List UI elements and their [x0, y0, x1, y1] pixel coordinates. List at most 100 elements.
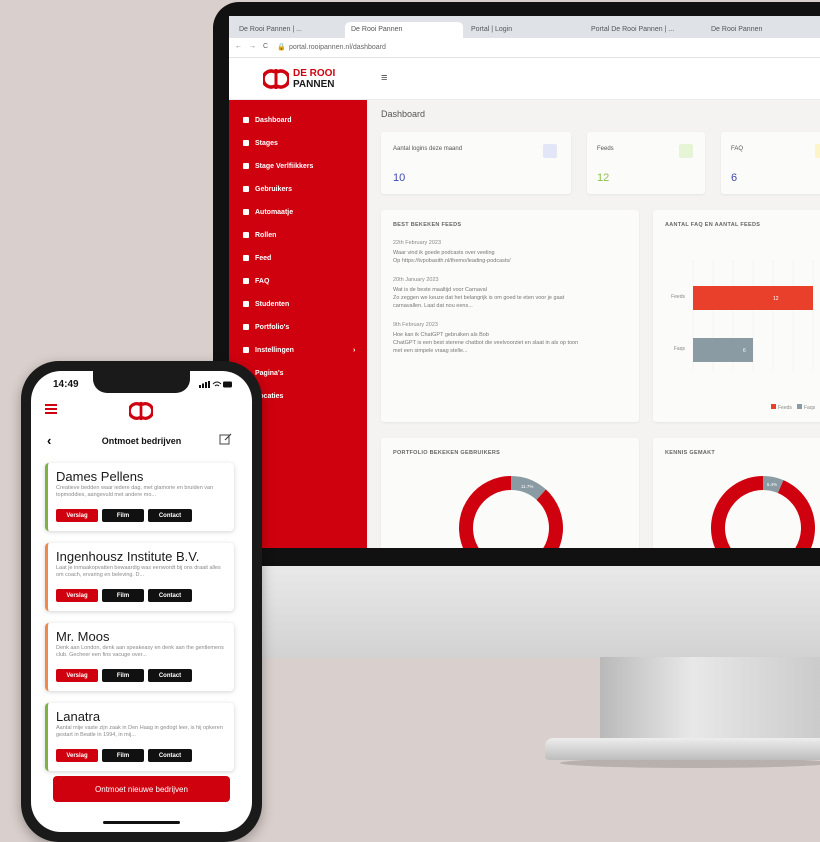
status-time: 14:49: [53, 379, 79, 390]
stat-label: Feeds: [597, 146, 614, 152]
report-button[interactable]: Verslag: [56, 589, 98, 602]
sidebar-item-label: Gebruikers: [255, 185, 292, 193]
legend-label: Feeds: [778, 405, 792, 411]
film-button[interactable]: Film: [102, 669, 144, 682]
bar-category-label: Faqs: [674, 346, 686, 352]
report-button[interactable]: Verslag: [56, 669, 98, 682]
company-card[interactable]: Lanatra Aantal mije vaste zijn zaak in De…: [45, 703, 234, 771]
company-description: Denk aan London, denk aan speakeasy en d…: [56, 645, 224, 658]
logo-icon: [129, 401, 153, 421]
stat-label: FAQ: [731, 146, 744, 152]
company-name: Lanatra: [56, 709, 101, 724]
chevron-right-icon: ›: [353, 346, 356, 354]
bar-category-label: Feeds: [671, 294, 685, 300]
url-text[interactable]: portal.rooipannen.nl/dashboard: [289, 44, 386, 51]
sidebar-item-label: Pagina's: [255, 369, 284, 377]
company-name: Mr. Moos: [56, 629, 110, 644]
sidebar-item-label: Feed: [255, 254, 272, 262]
sidebar-item[interactable]: Rollen: [243, 229, 276, 241]
back-icon[interactable]: ←: [235, 43, 242, 50]
company-card[interactable]: Ingenhousz Institute B.V. Laat je inmaako…: [45, 543, 234, 611]
meet-new-companies-button[interactable]: Ontmoet nieuwe bedrijven: [53, 776, 230, 802]
page-title: Dashboard: [381, 109, 426, 119]
phone-screen: 14:49 ‹ Ontmoet bedrijven Dames Pellens C…: [31, 371, 252, 832]
reload-icon[interactable]: C: [263, 43, 268, 50]
sidebar-item[interactable]: Gebruikers: [243, 183, 292, 195]
feed-item[interactable]: 22th February 2023 Waar vind ik goede pod…: [393, 240, 633, 265]
logo-icon: [263, 69, 289, 89]
panel-title: PORTFOLIO BEKEKEN GEBRUIKERS: [393, 450, 501, 456]
feed-date: 22th February 2023: [393, 240, 442, 246]
contact-button[interactable]: Contact: [148, 509, 192, 522]
contact-button[interactable]: Contact: [148, 669, 192, 682]
browser-tab[interactable]: Portal De Rooi Pannen | ...: [585, 22, 703, 38]
browser-tab[interactable]: Portal | Login: [465, 22, 583, 38]
bar-value-label: 12: [773, 296, 779, 302]
home-icon: [243, 117, 249, 123]
gear-icon: [243, 347, 249, 353]
hamburger-icon[interactable]: ≡: [381, 72, 387, 84]
sidebar-item[interactable]: Stage Verlfiikkers: [243, 160, 313, 172]
sidebar-item[interactable]: Stages: [243, 137, 278, 149]
stat-card-logins: Aantal logins deze maand 10: [381, 132, 571, 194]
feed-item[interactable]: 20th January 2023 Wat is de beste maaltij…: [393, 277, 633, 310]
company-name: Dames Pellens: [56, 469, 144, 484]
contact-button[interactable]: Contact: [148, 749, 192, 762]
feed-text: Op https://tvpobasith.nl/themo/leading-p…: [393, 258, 511, 264]
legend-swatch: [797, 404, 802, 409]
portfolio-donut-chart: 11.7%: [459, 476, 563, 548]
sidebar-item[interactable]: Instellingen ›: [243, 344, 355, 356]
report-button[interactable]: Verslag: [56, 749, 98, 762]
app-header: DE ROOI PANNEN ≡: [229, 58, 820, 100]
kennis-chart-panel: KENNIS GEMAKT 6.4%: [653, 438, 820, 548]
faq-feeds-bar-chart: Feeds 12 Faqs 6 Feeds Faqs: [671, 260, 816, 411]
film-button[interactable]: Film: [102, 589, 144, 602]
film-button[interactable]: Film: [102, 749, 144, 762]
browser-url-bar[interactable]: ← → C 🔒 portal.rooipannen.nl/dashboard: [229, 38, 820, 58]
edit-icon[interactable]: [219, 433, 232, 446]
browser-tab[interactable]: De Rooi Pannen | ...: [233, 22, 343, 38]
company-card[interactable]: Mr. Moos Denk aan London, denk aan speake…: [45, 623, 234, 691]
donut-slice-label: 11.7%: [521, 484, 533, 489]
browser-tab-active[interactable]: De Rooi Pannen: [345, 22, 463, 38]
sidebar-item[interactable]: Automaatje: [243, 206, 293, 218]
gear-icon: [243, 232, 249, 238]
sidebar-item-label: Rollen: [255, 231, 277, 239]
company-card[interactable]: Dames Pellens Creatieve bedden waar ieder…: [45, 463, 234, 531]
sidebar-item[interactable]: Studenten: [243, 298, 289, 310]
feed-text: Zo zeggen we keuze dat het belangrijk is…: [393, 295, 565, 301]
briefcase-icon: [243, 140, 249, 146]
user-icon: [243, 186, 249, 192]
forward-icon[interactable]: →: [249, 43, 256, 50]
feed-item[interactable]: 9th February 2023 Hoe kan ik ChatGPT gebr…: [393, 322, 633, 355]
stat-label: Aantal logins deze maand: [393, 146, 463, 152]
sidebar-item-label: Stages: [255, 139, 278, 147]
stat-badge-icon: [679, 144, 693, 158]
sidebar-item-label: Instellingen: [255, 346, 294, 354]
sidebar-item-label: FAQ: [255, 277, 270, 285]
contact-button[interactable]: Contact: [148, 589, 192, 602]
kennis-donut-chart: 6.4%: [711, 476, 815, 548]
company-description: Laat je inmaakopvatten bewaardig was een…: [56, 565, 221, 578]
status-icons: [199, 381, 232, 388]
feed-text: Waar vind ik goede podcasts over veeling: [393, 250, 495, 256]
company-description: Creatieve bedden waar iedere dag, met gl…: [56, 485, 214, 498]
sidebar-item[interactable]: FAQ: [243, 275, 269, 287]
sidebar-item-label: Automaatje: [255, 208, 294, 216]
company-name: Ingenhousz Institute B.V.: [56, 549, 200, 564]
menu-icon[interactable]: [45, 404, 57, 414]
donut-slice-label: 6.4%: [767, 482, 777, 487]
film-button[interactable]: Film: [102, 509, 144, 522]
sidebar-item[interactable]: Portfolio's: [243, 321, 289, 333]
feed-text: Wat is de beste maaltijd voor Carnaval: [393, 287, 487, 293]
lock-icon: [243, 209, 249, 215]
sidebar-item[interactable]: Dashboard: [243, 114, 292, 126]
sidebar-item[interactable]: Feed: [243, 252, 271, 264]
monitor-chin: [219, 566, 820, 658]
sidebar-item-label: Dashboard: [255, 116, 292, 124]
report-button[interactable]: Verslag: [56, 509, 98, 522]
phone-notch: [93, 371, 190, 393]
sidebar-item-label: Portfolio's: [255, 323, 290, 331]
stat-card-faq: FAQ 6: [721, 132, 820, 194]
browser-tab[interactable]: De Rooi Pannen: [705, 22, 820, 38]
